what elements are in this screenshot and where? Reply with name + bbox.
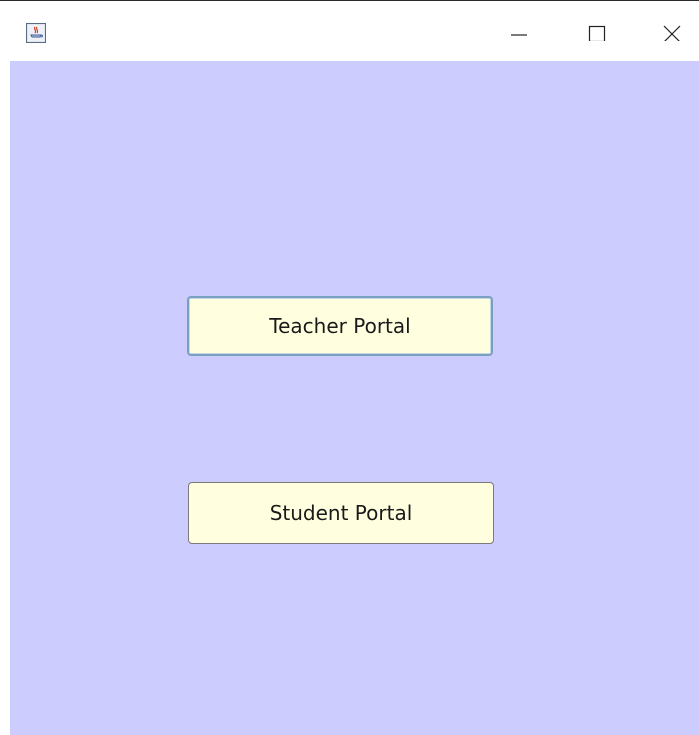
content-panel: Teacher Portal Student Portal [10,61,699,735]
minimize-icon [510,23,528,45]
java-coffee-icon[interactable] [26,23,46,43]
window-left-edge [0,61,10,735]
student-portal-button[interactable]: Student Portal [188,482,494,544]
close-icon [663,23,681,45]
minimize-button[interactable] [496,9,542,59]
title-bar[interactable] [0,1,699,61]
application-window: Teacher Portal Student Portal [0,0,699,735]
maximize-icon [588,23,606,45]
teacher-portal-button[interactable]: Teacher Portal [187,296,493,356]
close-button[interactable] [649,9,695,59]
maximize-button[interactable] [574,9,620,59]
